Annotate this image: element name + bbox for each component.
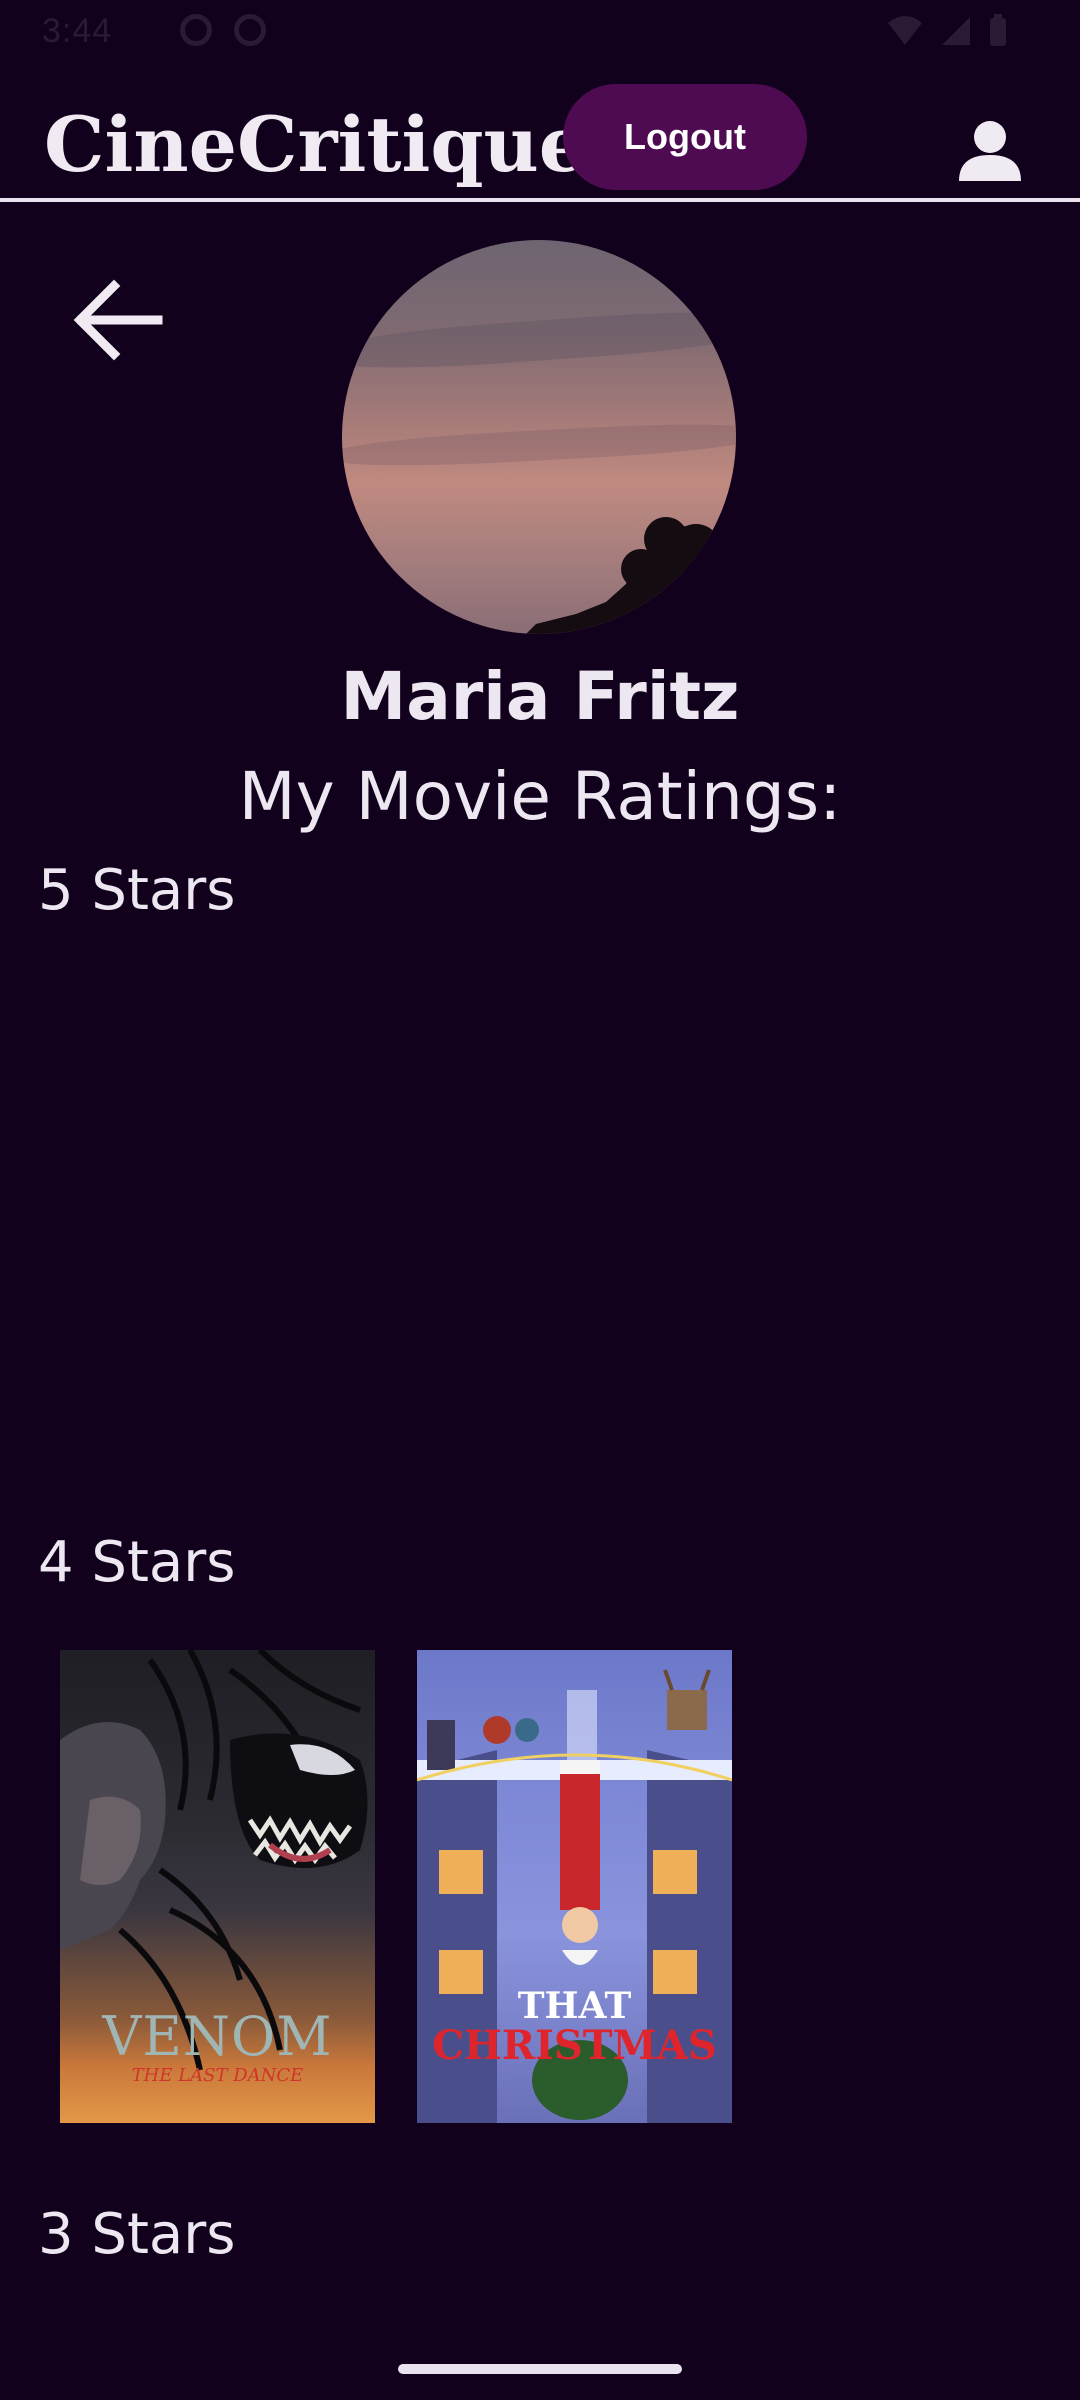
wifi-icon	[888, 16, 922, 45]
ratings-heading: My Movie Ratings:	[238, 758, 842, 835]
notification-icons	[180, 14, 266, 46]
status-bar: 3:44	[0, 0, 1080, 64]
header-divider	[0, 198, 1080, 202]
google-icon	[180, 14, 212, 46]
tree-silhouette	[526, 517, 736, 634]
section-4-stars: 4 Stars	[38, 1530, 236, 1595]
shield-icon	[234, 14, 266, 46]
signal-icon	[942, 17, 970, 45]
section-3-stars: 3 Stars	[38, 2202, 236, 2267]
christmas-title-line2: CHRISTMAS	[432, 2022, 717, 2069]
movie-poster-venom[interactable]: VENOM THE LAST DANCE	[60, 1650, 375, 2123]
avatar	[342, 240, 736, 634]
venom-title: VENOM	[102, 2005, 333, 2068]
logout-button[interactable]: Logout	[563, 84, 807, 190]
section-5-stars: 5 Stars	[38, 858, 236, 923]
movie-poster-that-christmas[interactable]: THAT CHRISTMAS	[417, 1650, 732, 2123]
christmas-title-line1: THAT	[517, 1985, 632, 2027]
home-indicator[interactable]	[398, 2364, 682, 2374]
arrow-left-icon[interactable]	[68, 270, 168, 370]
system-icons	[886, 14, 1008, 48]
app-title: CineCritique	[44, 100, 588, 189]
app-header: CineCritique Logout	[0, 80, 1080, 200]
status-time: 3:44	[42, 12, 113, 50]
battery-icon	[990, 14, 1006, 46]
venom-subtitle: THE LAST DANCE	[131, 2065, 304, 2086]
person-icon[interactable]	[955, 115, 1025, 185]
user-name: Maria Fritz	[340, 658, 740, 735]
